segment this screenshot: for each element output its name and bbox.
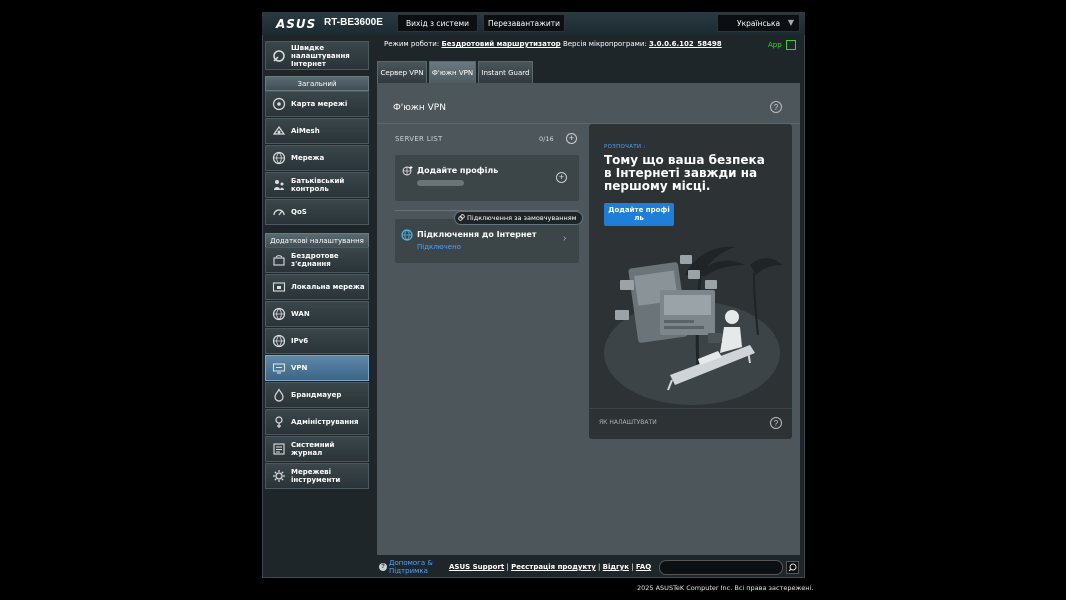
model-name: RT-BE3600E	[324, 17, 383, 28]
add-profile-card[interactable]: Додайте профіль +	[395, 155, 579, 201]
search-icon	[788, 563, 797, 572]
link-icon	[458, 214, 465, 221]
reboot-button[interactable]: Перезавантажити	[483, 14, 565, 32]
help-icon[interactable]: ?	[770, 101, 782, 113]
wizard-icon	[270, 47, 288, 65]
tab-vpn-server[interactable]: Сервер VPN	[377, 61, 427, 83]
footer-link-product-registration[interactable]: Реєстрація продукту	[511, 563, 596, 571]
language-select[interactable]: Українська ▼	[717, 14, 800, 32]
sidebar-item-системний-журнал[interactable]: Системний журнал	[265, 436, 369, 462]
globe-icon	[270, 332, 288, 350]
sidebar-item-локальна-мережа[interactable]: Локальна мережа	[265, 274, 369, 300]
internet-connection-card[interactable]: Підключення до Інтернет Підключено ›	[395, 219, 579, 263]
sidebar-item-label: Бездротове з'єднання	[291, 252, 339, 268]
chevron-down-icon: ▼	[787, 18, 794, 27]
tools-icon	[270, 467, 288, 485]
gauge-icon	[270, 203, 288, 221]
help-icon: ?	[379, 563, 387, 571]
add-profile-icon[interactable]: +	[556, 172, 567, 183]
sidebar-quick-setup[interactable]: Швидке налаштування Інтернет	[265, 41, 369, 70]
security-illustration	[604, 246, 782, 405]
server-count: 0/16	[539, 135, 554, 143]
footer-link-faq[interactable]: FAQ	[636, 563, 651, 571]
firmware-label: Версія мікропрограми:	[562, 40, 647, 48]
sidebar-item-мережа[interactable]: Мережа	[265, 145, 369, 171]
sidebar-item-label: AiMesh	[291, 127, 320, 135]
admin-icon	[270, 413, 288, 431]
sidebar-heading-advanced: Додаткові налаштування	[265, 233, 369, 248]
wifi-icon	[270, 251, 288, 269]
vpn-icon	[270, 359, 288, 377]
internet-connection-label: Підключення до Інтернет	[417, 230, 537, 239]
operation-mode-link[interactable]: Бездротовий маршрутизатор	[441, 40, 560, 48]
sidebar-item-брандмауер[interactable]: Брандмауер	[265, 382, 369, 408]
server-list-title: SERVER LIST	[395, 135, 443, 143]
sidebar-item-label: Мережа	[291, 154, 325, 162]
sidebar-item-label: QoS	[291, 208, 307, 216]
sidebar-item-vpn[interactable]: VPN	[265, 355, 369, 381]
sidebar-item-label: WAN	[291, 310, 310, 318]
help-icon[interactable]: ?	[770, 417, 782, 429]
globe-icon	[401, 229, 413, 241]
tab-instant-guard[interactable]: Instant Guard	[478, 61, 533, 83]
page-title: Ф'южн VPN	[393, 103, 446, 113]
sidebar-item-карта-мережі[interactable]: Карта мережі	[265, 91, 369, 117]
sidebar-item-мережеві-інструменти[interactable]: Мережеві інструменти	[265, 463, 369, 489]
firmware-version-link[interactable]: 3.0.0.6.102_58498	[649, 40, 722, 48]
sidebar-item-wan[interactable]: WAN	[265, 301, 369, 327]
status-line: Режим роботи: Бездротовий маршрутизатор …	[384, 40, 722, 48]
chevron-right-icon[interactable]: ›	[563, 233, 566, 244]
default-connection-badge: Підключення за замовчуванням	[454, 211, 583, 225]
sidebar-item-label: Батьківський контроль	[291, 177, 345, 193]
sidebar-item-адміністрування[interactable]: Адміністрування	[265, 409, 369, 435]
logout-button[interactable]: Вихід з системи	[397, 14, 478, 32]
connection-status: Підключено	[417, 243, 461, 251]
footer-link-feedback[interactable]: Відгук	[603, 563, 629, 571]
sidebar-heading-general: Загальний	[265, 76, 369, 91]
sidebar-item-label: Брандмауер	[291, 391, 342, 399]
sidebar-item-label: IPv6	[291, 337, 309, 345]
sidebar-item-label: Системний журнал	[291, 441, 335, 457]
footer-link-asus-support[interactable]: ASUS Support	[449, 563, 504, 571]
tab-vpn-fusion[interactable]: Ф'южн VPN	[429, 61, 476, 83]
sidebar-item-aimesh[interactable]: AiMesh	[265, 118, 369, 144]
promo-kicker: РОЗПОЧАТИ :	[604, 144, 646, 150]
globe-icon	[270, 305, 288, 323]
placeholder-bar	[417, 180, 464, 186]
network-map-icon	[270, 95, 288, 113]
search-button[interactable]	[786, 561, 799, 574]
sidebar-item-label: Адміністрування	[291, 418, 359, 426]
sidebar-item-label: VPN	[291, 364, 308, 372]
promo-headline: Тому що ваша безпека в Інтернеті завжди …	[604, 153, 765, 193]
language-value: Українська	[737, 19, 781, 28]
divider	[589, 408, 792, 409]
sidebar-item-qos[interactable]: QoS	[265, 199, 369, 225]
how-to-setup-link[interactable]: ЯК НАЛАШТУВАТИ	[599, 419, 657, 426]
footer-links: ASUS Support | Реєстрація продукту | Від…	[449, 563, 652, 571]
search-input[interactable]	[659, 560, 783, 575]
add-server-icon[interactable]: +	[566, 133, 577, 144]
globe-plus-icon	[402, 166, 413, 176]
sidebar-item-label: Карта мережі	[291, 100, 348, 108]
firewall-icon	[270, 386, 288, 404]
sidebar-item-бездротове-з-єднання[interactable]: Бездротове з'єднання	[265, 247, 369, 273]
asus-logo: ASUS	[276, 17, 317, 31]
sidebar-item-label: Мережеві інструменти	[291, 468, 341, 484]
mode-label: Режим роботи:	[384, 40, 440, 48]
sidebar-item-label: Локальна мережа	[291, 283, 365, 291]
sidebar-item-label: Швидке налаштування Інтернет	[291, 43, 350, 68]
add-profile-button[interactable]: Додайте профі ль	[604, 203, 674, 226]
sidebar-item-батьківський-контроль[interactable]: Батьківський контроль	[265, 172, 369, 198]
parental-control-icon	[270, 176, 288, 194]
copyright: 2025 ASUSTeK Computer Inc. Всі права зас…	[637, 584, 814, 592]
app-label[interactable]: App	[768, 41, 782, 49]
lan-icon	[270, 278, 288, 296]
log-icon	[270, 440, 288, 458]
help-support-link[interactable]: Допомога & Підтримка	[389, 559, 439, 575]
add-profile-label: Додайте профіль	[417, 166, 499, 175]
globe-icon	[270, 149, 288, 167]
sidebar-item-ipv6[interactable]: IPv6	[265, 328, 369, 354]
aimesh-icon	[270, 122, 288, 140]
app-icon[interactable]	[786, 40, 796, 50]
